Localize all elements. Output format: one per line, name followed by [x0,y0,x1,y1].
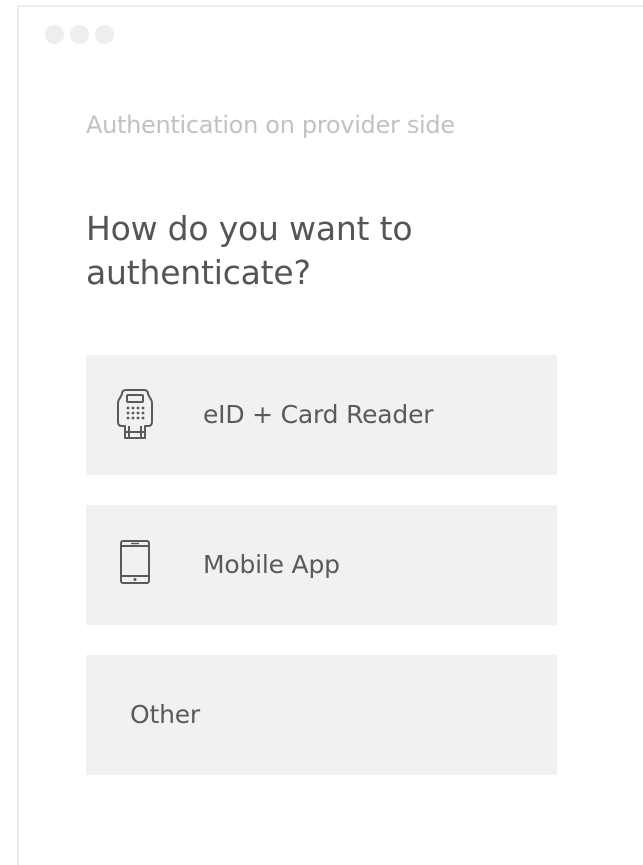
page-title: How do you want to authenticate? [86,209,413,292]
option-label: eID + Card Reader [203,400,434,429]
page-subtitle: Authentication on provider side [86,111,455,139]
window-control-dot[interactable] [95,25,114,44]
window-controls [45,25,114,44]
option-label: Other [130,700,200,729]
option-mobile-app[interactable]: Mobile App [86,505,557,625]
option-label: Mobile App [203,550,340,579]
mobile-phone-icon [112,538,158,592]
window-control-dot[interactable] [45,25,64,44]
option-other[interactable]: Other [86,655,557,775]
card-reader-icon [112,388,158,442]
option-card-reader[interactable]: eID + Card Reader [86,355,557,475]
window-control-dot[interactable] [70,25,89,44]
